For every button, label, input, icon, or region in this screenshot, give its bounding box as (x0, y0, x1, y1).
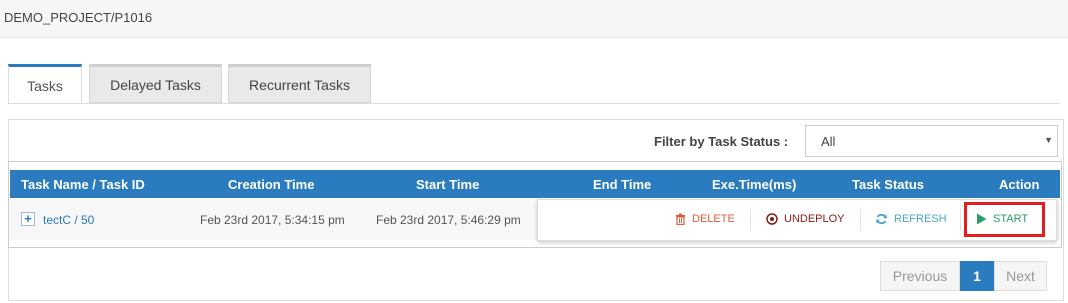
col-exe-time: Exe.Time(ms) (712, 177, 797, 192)
trash-icon (676, 213, 685, 225)
pagination-previous[interactable]: Previous (880, 261, 960, 291)
next-label: Next (1006, 268, 1035, 284)
creation-time-cell: Feb 23rd 2017, 5:34:15 pm (200, 213, 345, 227)
previous-label: Previous (892, 268, 948, 284)
tab-label: Recurrent Tasks (249, 76, 350, 93)
delete-button[interactable]: DELETE (675, 213, 735, 225)
tab-tasks[interactable]: Tasks (8, 64, 82, 104)
col-task-status: Task Status (852, 177, 925, 192)
start-time-cell: Feb 23rd 2017, 5:46:29 pm (376, 213, 521, 227)
play-icon (977, 213, 987, 225)
filter-label: Filter by Task Status : (654, 134, 789, 149)
tab-delayed-tasks[interactable]: Delayed Tasks (89, 64, 222, 103)
start-label: START (993, 213, 1029, 225)
start-button[interactable]: START (976, 213, 1028, 225)
action-divider (860, 209, 861, 231)
col-end-time: End Time (593, 177, 652, 192)
top-bar: DEMO_PROJECT/P1016 (0, 0, 1068, 38)
col-task-name: Task Name / Task ID (21, 177, 145, 192)
action-divider (750, 209, 751, 231)
task-link[interactable]: tectC / 50 (43, 213, 94, 227)
task-status-select[interactable]: All ▼ (805, 125, 1058, 157)
task-status-value: All (821, 133, 836, 149)
undeploy-label: UNDEPLOY (784, 213, 845, 225)
pagination-page-1[interactable]: 1 (960, 261, 994, 291)
tab-recurrent-tasks[interactable]: Recurrent Tasks (228, 64, 371, 103)
caret-down-icon: ▼ (1044, 135, 1053, 145)
refresh-icon (876, 213, 887, 225)
tab-label: Tasks (27, 77, 63, 94)
action-divider (960, 209, 961, 231)
page-number: 1 (973, 268, 981, 284)
delete-label: DELETE (692, 213, 735, 225)
project-title: DEMO_PROJECT/P1016 (4, 10, 153, 25)
pagination-next[interactable]: Next (994, 261, 1047, 291)
expand-plus-icon[interactable]: + (21, 212, 35, 226)
col-creation-time: Creation Time (228, 177, 315, 192)
tabs-divider (8, 103, 1060, 104)
undeploy-button[interactable]: UNDEPLOY (766, 213, 845, 225)
stop-circle-icon (766, 213, 778, 225)
refresh-label: REFRESH (894, 213, 947, 225)
col-action: Action (999, 177, 1040, 192)
col-start-time: Start Time (416, 177, 480, 192)
refresh-button[interactable]: REFRESH (875, 213, 947, 225)
tab-label: Delayed Tasks (110, 76, 201, 93)
